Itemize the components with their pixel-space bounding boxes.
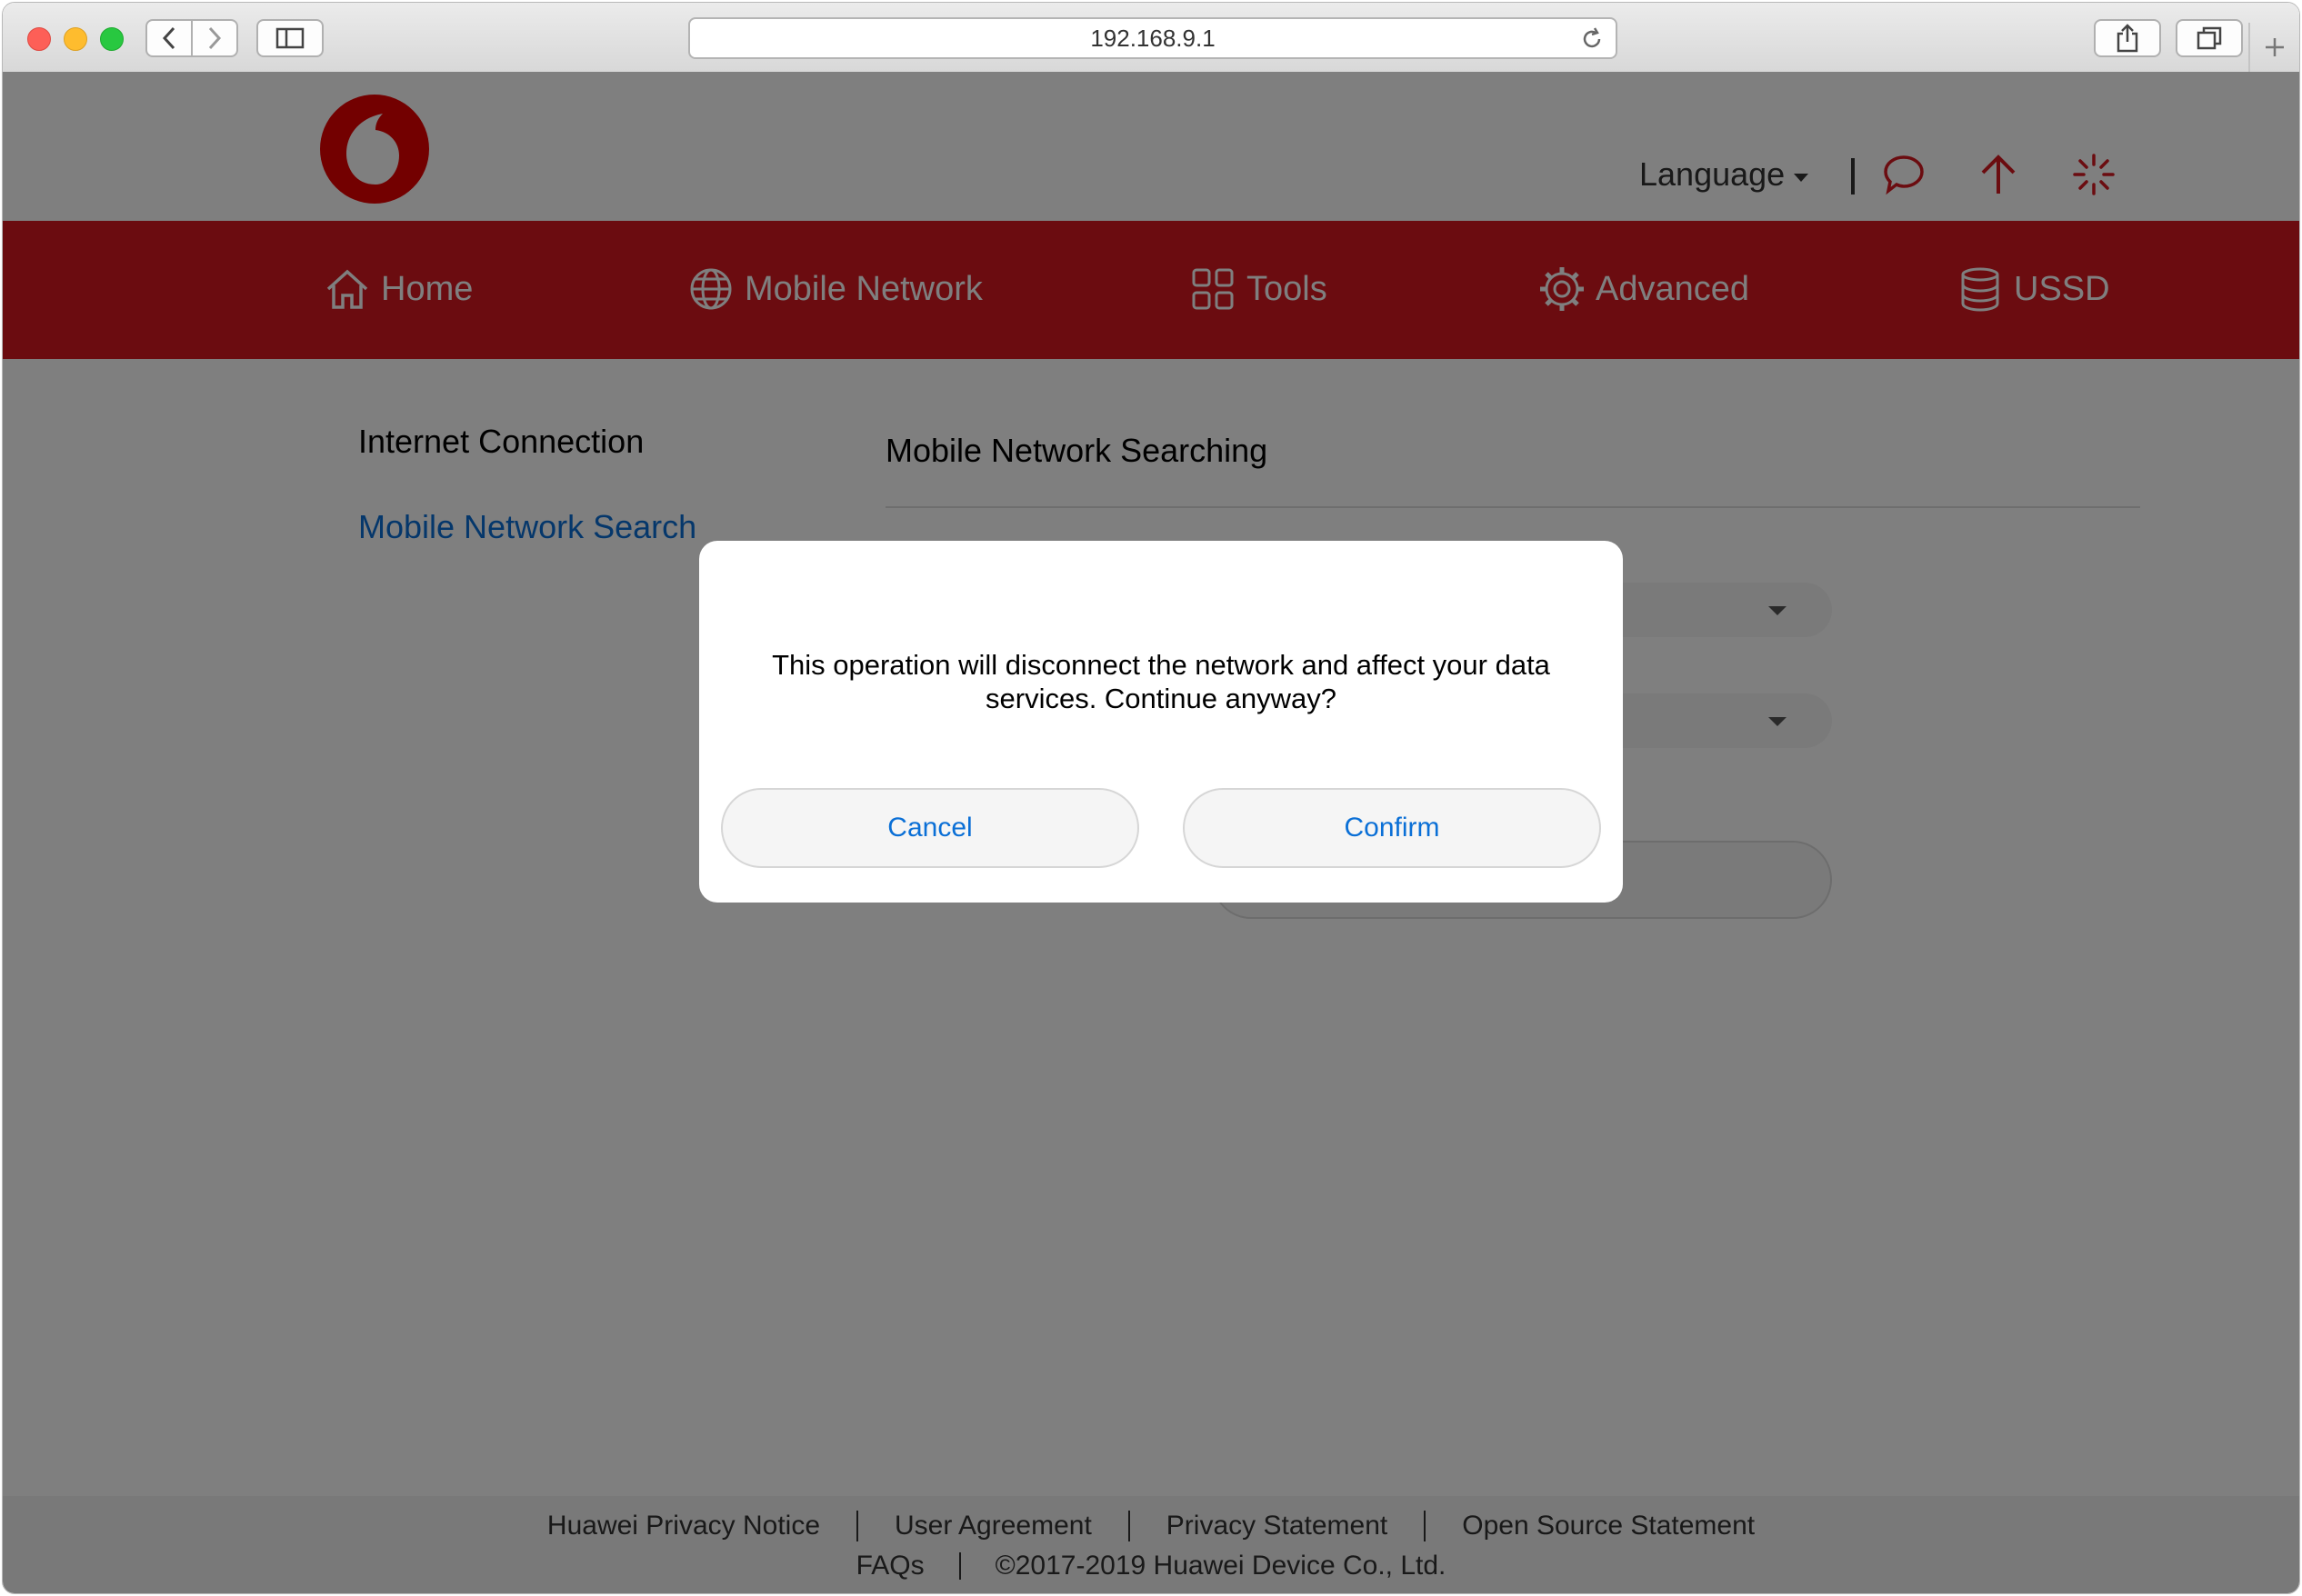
browser-toolbar: 192.168.9.1: [3, 3, 2299, 74]
minimize-window-button[interactable]: [64, 27, 87, 51]
confirm-dialog: This operation will disconnect the netwo…: [699, 541, 1623, 903]
confirm-button[interactable]: Confirm: [1183, 788, 1601, 868]
plus-icon: [2266, 38, 2284, 56]
tabs-overview-button[interactable]: [2176, 19, 2243, 57]
dialog-message: This operation will disconnect the netwo…: [772, 649, 1550, 714]
close-window-button[interactable]: [27, 27, 51, 51]
modal-backdrop: This operation will disconnect the netwo…: [3, 72, 2299, 1593]
chevron-left-icon: [162, 26, 175, 50]
browser-window: 192.168.9.1 Language: [2, 2, 2300, 1594]
share-button[interactable]: [2094, 19, 2161, 57]
new-tab-button[interactable]: [2248, 23, 2299, 72]
sidebar-icon: [275, 27, 305, 49]
maximize-window-button[interactable]: [100, 27, 124, 51]
cancel-button[interactable]: Cancel: [721, 788, 1139, 868]
chevron-right-icon: [208, 26, 222, 50]
tabs-icon: [2197, 26, 2222, 50]
forward-button[interactable]: [191, 19, 238, 57]
reload-icon[interactable]: [1579, 26, 1605, 52]
address-bar[interactable]: 192.168.9.1: [688, 17, 1617, 59]
url-text: 192.168.9.1: [1090, 24, 1216, 52]
share-icon: [2117, 24, 2138, 53]
back-button[interactable]: [145, 19, 193, 57]
sidebar-toggle-button[interactable]: [256, 19, 324, 57]
